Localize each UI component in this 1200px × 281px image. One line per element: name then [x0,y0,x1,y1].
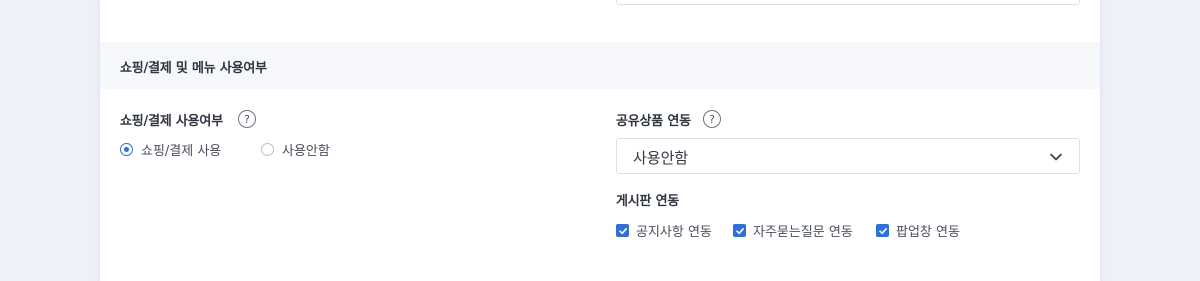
radio-shopping-none-label: 사용안함 [282,144,330,159]
checkbox-faq[interactable]: 자주묻는질문 연동 [733,221,853,240]
checkbox-checked-icon [876,224,889,237]
board-integration-label: 게시판 연동 [616,194,680,209]
checkbox-popup[interactable]: 팝업창 연동 [876,221,960,240]
radio-shopping-use-label: 쇼핑/결제 사용 [141,144,222,159]
radio-shopping-use[interactable]: 쇼핑/결제 사용 [120,140,221,159]
settings-panel: 쇼핑/결제 및 메뉴 사용여부 쇼핑/결제 사용여부 ? 쇼핑/결제 사용 사용… [100,0,1100,281]
radio-unchecked-icon [261,143,274,156]
section-title: 쇼핑/결제 및 메뉴 사용여부 [120,61,267,76]
checkbox-notice-label: 공지사항 연동 [636,225,712,240]
chevron-down-icon [1050,153,1062,161]
section-header: 쇼핑/결제 및 메뉴 사용여부 [100,42,1100,89]
checkbox-checked-icon [616,224,629,237]
radio-checked-icon [120,143,133,156]
shared-product-select[interactable]: 사용안함 [616,138,1080,174]
previous-field-input[interactable] [616,0,1080,5]
shared-product-help-icon[interactable]: ? [703,110,721,128]
shopping-usage-label: 쇼핑/결제 사용여부 [120,114,223,129]
shopping-help-icon[interactable]: ? [238,110,256,128]
checkbox-checked-icon [733,224,746,237]
radio-shopping-none[interactable]: 사용안함 [261,140,330,159]
shared-product-label: 공유상품 연동 [616,114,691,129]
checkbox-faq-label: 자주묻는질문 연동 [753,225,853,240]
shared-product-selected-value: 사용안함 [633,149,689,167]
checkbox-popup-label: 팝업창 연동 [896,225,960,240]
checkbox-notice[interactable]: 공지사항 연동 [616,221,712,240]
